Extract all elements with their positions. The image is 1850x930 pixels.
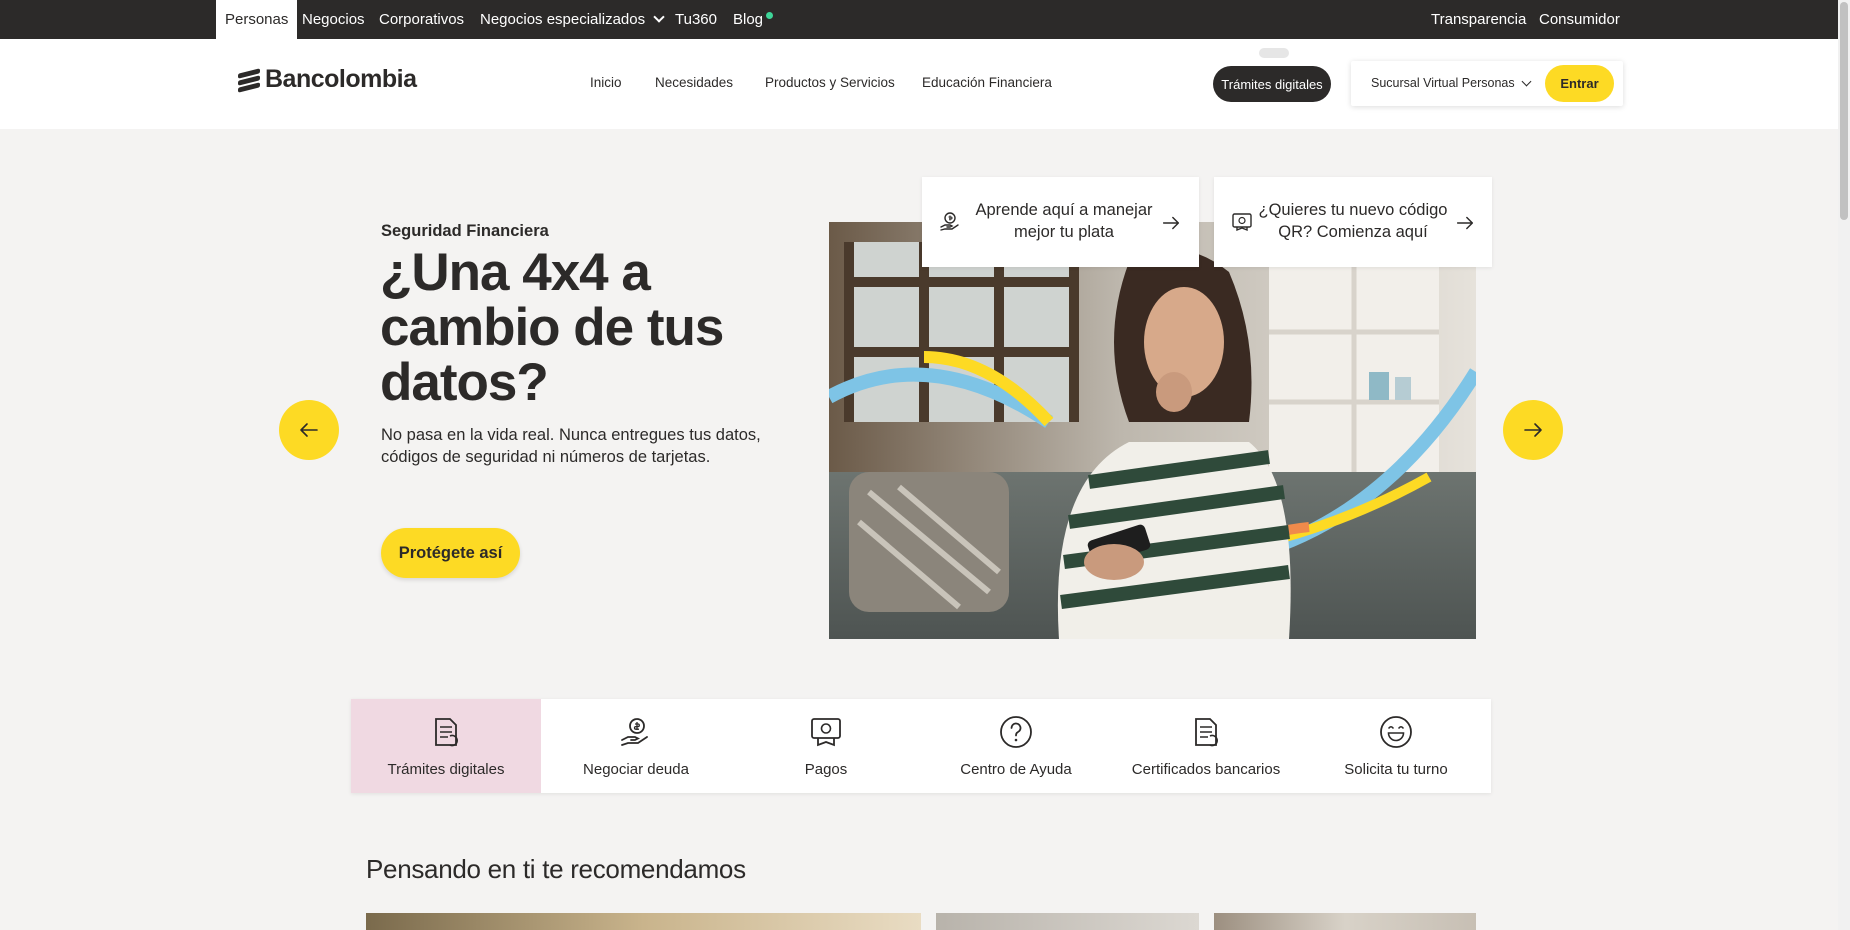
quick-access-label: Trámites digitales <box>387 761 505 778</box>
woman-with-phone-photo <box>829 222 1476 639</box>
brand-name: Bancolombia <box>265 65 417 93</box>
page-scrollbar[interactable] <box>1838 0 1850 930</box>
document-icon <box>1195 718 1218 747</box>
nav-inicio[interactable]: Inicio <box>590 75 622 90</box>
money-hand-icon <box>621 718 648 746</box>
quick-access-bar: Trámites digitales Negociar deuda Pagos … <box>351 699 1491 793</box>
segment-blog[interactable]: Blog <box>733 0 763 39</box>
arrow-right-icon <box>1162 216 1180 230</box>
main-header: Bancolombia Inicio Necesidades Productos… <box>0 39 1850 129</box>
chevron-down-icon <box>653 11 665 23</box>
quick-access-label: Negociar deuda <box>583 761 689 778</box>
quick-access-label: Solicita tu turno <box>1344 761 1448 778</box>
link-label: Consumidor <box>1539 11 1620 28</box>
new-indicator-dot <box>766 12 773 19</box>
arrow-right-icon <box>1524 423 1542 437</box>
help-icon <box>1000 716 1032 748</box>
sucursal-label: Sucursal Virtual Personas <box>1371 76 1515 90</box>
recommendations-title: Pensando en ti te recomendamos <box>366 854 746 884</box>
recommendation-card-image[interactable] <box>1214 913 1476 930</box>
link-transparencia[interactable]: Transparencia <box>1431 0 1526 39</box>
quick-access-label: Centro de Ayuda <box>960 761 1072 778</box>
segment-label: Tu360 <box>675 11 717 28</box>
quick-access-label: Pagos <box>804 761 848 778</box>
link-label: Transparencia <box>1431 11 1527 28</box>
brand-logo[interactable]: Bancolombia <box>238 65 417 94</box>
scrollbar-thumb[interactable] <box>1840 2 1848 220</box>
link-consumidor[interactable]: Consumidor <box>1539 0 1620 39</box>
segment-personas[interactable]: Personas <box>216 0 298 39</box>
hero-title: ¿Una 4x4 a cambio de tus datos? <box>380 243 724 412</box>
document-icon <box>435 718 458 747</box>
new-badge <box>1259 48 1289 58</box>
segment-negocios-especializados[interactable]: Negocios especializados <box>480 0 665 39</box>
segment-tu360[interactable]: Tu360 <box>675 0 717 39</box>
quick-card-plata[interactable]: Aprende aquí a manejar mejor tu plata <box>922 177 1199 267</box>
quick-access-label: Certificados bancarios <box>1131 761 1281 778</box>
segment-label: Personas <box>225 11 289 28</box>
quick-access-certificados[interactable]: Certificados bancarios <box>1111 699 1301 793</box>
segment-corporativos[interactable]: Corporativos <box>379 0 464 39</box>
quick-card-qr[interactable]: ¿Quieres tu nuevo código QR? Comienza aq… <box>1214 177 1492 267</box>
segment-label: Negocios especializados <box>480 11 646 28</box>
segment-label: Corporativos <box>379 11 465 28</box>
segment-label: Blog <box>733 11 764 28</box>
nav-productos-servicios[interactable]: Productos y Servicios <box>765 75 895 90</box>
recommendation-card-image[interactable] <box>936 913 1199 930</box>
segment-label: Negocios <box>302 11 365 28</box>
top-segment-bar: Personas Negocios Corporativos Negocios … <box>0 0 1850 39</box>
hero-description: No pasa en la vida real. Nunca entregues… <box>381 426 761 466</box>
recommendation-card-image[interactable] <box>366 913 921 930</box>
segment-negocios[interactable]: Negocios <box>302 0 365 39</box>
nav-educacion-financiera[interactable]: Educación Financiera <box>922 75 1052 90</box>
arrow-left-icon <box>300 423 318 437</box>
protegete-button[interactable]: Protégete así <box>381 528 520 578</box>
quick-card-text: Aprende aquí a manejar mejor tu plata <box>975 201 1153 241</box>
carousel-next-button[interactable] <box>1503 400 1563 460</box>
entrar-button[interactable]: Entrar <box>1545 65 1614 102</box>
quick-access-solicita-turno[interactable]: Solicita tu turno <box>1301 699 1491 793</box>
tramites-digitales-button[interactable]: Trámites digitales <box>1213 66 1331 102</box>
carousel-prev-button[interactable] <box>279 400 339 460</box>
smile-icon <box>1380 716 1412 748</box>
qr-bill-icon <box>1232 213 1252 232</box>
money-hand-icon <box>940 212 959 231</box>
quick-access-centro-ayuda[interactable]: Centro de Ayuda <box>921 699 1111 793</box>
nav-necesidades[interactable]: Necesidades <box>655 75 733 90</box>
sucursal-virtual-box: Sucursal Virtual Personas Entrar <box>1351 61 1623 106</box>
bill-icon <box>811 718 841 747</box>
chevron-down-icon <box>1521 76 1532 86</box>
hero-image <box>829 222 1476 639</box>
quick-access-pagos[interactable]: Pagos <box>731 699 921 793</box>
quick-card-text: ¿Quieres tu nuevo código QR? Comienza aq… <box>1258 201 1448 241</box>
arrow-right-icon <box>1456 216 1474 230</box>
hero-eyebrow: Seguridad Financiera <box>381 222 549 240</box>
quick-access-tramites[interactable]: Trámites digitales <box>351 699 541 793</box>
sucursal-virtual-dropdown[interactable]: Sucursal Virtual Personas <box>1371 76 1532 90</box>
quick-access-negociar-deuda[interactable]: Negociar deuda <box>541 699 731 793</box>
bancolombia-logo-icon <box>238 67 260 93</box>
